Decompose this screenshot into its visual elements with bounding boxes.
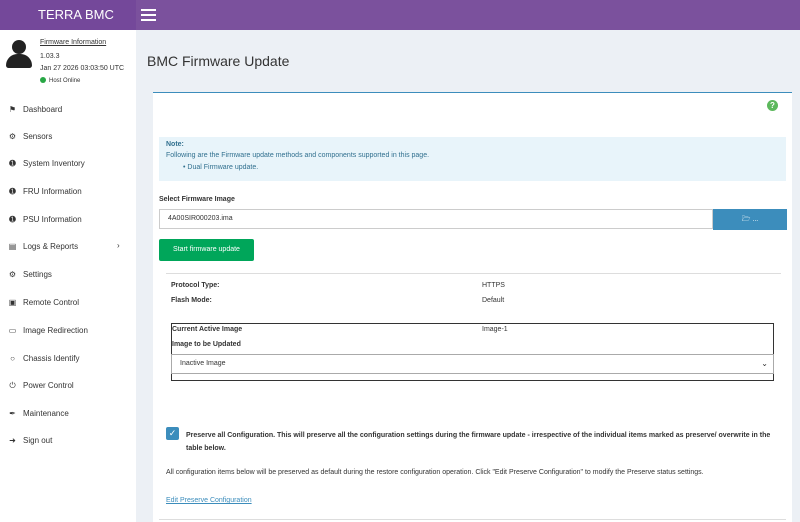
bulb-icon: ○ — [10, 354, 15, 363]
flash-mode-value: Default — [482, 297, 505, 304]
firmware-file-input[interactable]: 4A00SIR000203.ima — [159, 209, 713, 229]
protocol-type-value: HTTPS — [482, 282, 505, 289]
sidebar-item-label: System Inventory — [23, 159, 85, 168]
sidebar-item-chassis-identify[interactable]: ○ Chassis Identify — [0, 348, 136, 370]
firmware-information-link[interactable]: Firmware Information — [40, 39, 106, 46]
page-title: BMC Firmware Update — [147, 53, 290, 69]
note-bullet: • Dual Firmware update. — [183, 164, 259, 171]
sidebar-item-label: Remote Control — [23, 298, 80, 307]
chart-icon: ▤ — [8, 242, 17, 251]
info-icon: ➊ — [9, 215, 16, 224]
note-box: Note: Following are the Firmware update … — [159, 137, 786, 181]
sidebar-item-label: Power Control — [23, 381, 74, 390]
gear-icon: ⚙ — [8, 270, 17, 279]
edit-preserve-configuration-link[interactable]: Edit Preserve Configuration — [166, 497, 252, 504]
current-active-image-label: Current Active Image — [172, 326, 243, 333]
image-to-update-selected: Inactive Image — [180, 360, 226, 367]
sidebar-item-logs-reports[interactable]: ▤ Logs & Reports › — [0, 236, 136, 258]
sidebar-item-label: Logs & Reports — [23, 242, 79, 251]
sidebar: Firmware Information 1.03.3 Jan 27 2026 … — [0, 30, 136, 522]
monitor-icon: ▣ — [8, 298, 17, 307]
help-icon[interactable]: ? — [767, 100, 778, 111]
sidebar-item-settings[interactable]: ⚙ Settings — [0, 264, 136, 286]
preserve-config-note: All configuration items below will be pr… — [166, 469, 704, 476]
image-to-update-select[interactable]: Inactive Image ⌄ — [171, 354, 774, 374]
sidebar-item-maintenance[interactable]: ✒ Maintenance — [0, 403, 136, 425]
sidebar-item-label: Settings — [23, 270, 52, 279]
sidebar-item-psu-information[interactable]: ➊ PSU Information — [0, 209, 136, 231]
sidebar-item-label: Image Redirection — [23, 326, 88, 335]
sidebar-item-label: Dashboard — [23, 105, 63, 114]
sidebar-item-power-control[interactable]: ⏻ Power Control — [0, 375, 136, 397]
hamburger-icon[interactable] — [141, 9, 156, 21]
power-icon: ⏻ — [9, 381, 16, 390]
current-active-image-value: Image-1 — [482, 326, 508, 333]
host-status-label: Host Online — [49, 78, 81, 84]
status-dot-icon — [40, 77, 46, 83]
protocol-type-label: Protocol Type: — [171, 282, 220, 289]
sensors-icon: ⚙ — [8, 132, 17, 141]
sidebar-item-image-redirection[interactable]: ▭ Image Redirection — [0, 320, 136, 342]
dashboard-icon: ⚑ — [8, 105, 17, 114]
sidebar-item-dashboard[interactable]: ⚑ Dashboard — [0, 99, 136, 121]
info-icon: ➊ — [9, 159, 16, 168]
sidebar-item-remote-control[interactable]: ▣ Remote Control — [0, 292, 136, 314]
sidebar-item-label: PSU Information — [23, 215, 82, 224]
wrench-icon: ✒ — [9, 409, 16, 418]
note-title: Note: — [166, 141, 184, 148]
sidebar-item-sensors[interactable]: ⚙ Sensors — [0, 126, 136, 148]
folder-open-icon: 🗁 — [741, 216, 751, 223]
chevron-down-icon: ⌄ — [761, 359, 768, 368]
note-text: Following are the Firmware update method… — [166, 152, 430, 159]
chevron-right-icon: › — [117, 241, 120, 250]
host-status: Host Online — [40, 77, 80, 84]
sidebar-item-label: FRU Information — [23, 187, 82, 196]
firmware-datetime: Jan 27 2026 03:03:50 UTC — [40, 65, 125, 72]
top-navbar: TERRA BMC — [0, 0, 800, 30]
divider — [159, 519, 786, 520]
preserve-config-label: Preserve all Configuration. This will pr… — [186, 432, 771, 452]
note-bullet-text: Dual Firmware update. — [187, 164, 259, 171]
browse-button[interactable]: 🗁 ... — [713, 209, 787, 230]
sidebar-item-label: Maintenance — [23, 409, 69, 418]
info-icon: ➊ — [9, 187, 16, 196]
flash-mode-label: Flash Mode: — [171, 297, 212, 304]
preserve-config-checkbox[interactable]: ✓ — [166, 427, 179, 440]
browse-button-label: ... — [752, 216, 759, 223]
sidebar-item-label: Sign out — [23, 436, 53, 445]
firmware-version: 1.03.3 — [40, 53, 60, 60]
image-to-be-updated-label: Image to be Updated — [172, 341, 241, 348]
avatar-icon — [6, 40, 32, 70]
firmware-update-panel: ? Note: Following are the Firmware updat… — [153, 92, 792, 522]
sidebar-item-fru-information[interactable]: ➊ FRU Information — [0, 181, 136, 203]
user-panel: Firmware Information 1.03.3 Jan 27 2026 … — [0, 30, 136, 92]
sidebar-item-label: Sensors — [23, 132, 53, 141]
sidebar-item-label: Chassis Identify — [23, 354, 80, 363]
sign-out-icon: ➜ — [9, 436, 16, 445]
select-firmware-label: Select Firmware Image — [159, 196, 235, 203]
sidebar-item-system-inventory[interactable]: ➊ System Inventory — [0, 153, 136, 175]
drive-icon: ▭ — [8, 326, 17, 335]
start-firmware-update-button[interactable]: Start firmware update — [159, 239, 254, 261]
brand-logo[interactable]: TERRA BMC — [0, 0, 136, 30]
sidebar-item-sign-out[interactable]: ➜ Sign out — [0, 430, 136, 452]
